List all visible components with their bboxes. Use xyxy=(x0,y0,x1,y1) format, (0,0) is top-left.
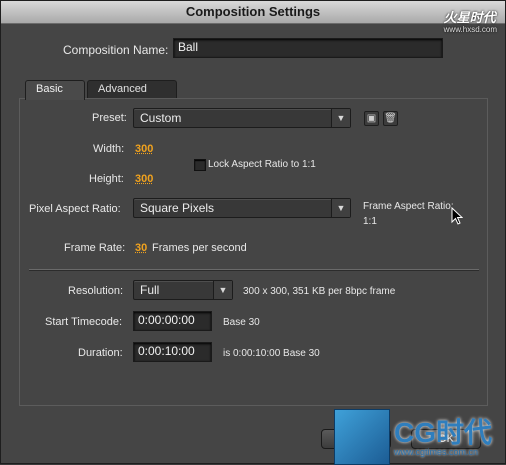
width-label: Width: xyxy=(93,143,125,155)
composition-settings-dialog: Composition Settings 火星时代 www.hxsd.com C… xyxy=(0,0,506,465)
tab-basic[interactable]: Basic xyxy=(25,80,85,100)
pixel-aspect-label: Pixel Aspect Ratio: xyxy=(29,203,121,215)
duration-info: is 0:00:10:00 Base 30 xyxy=(223,348,320,359)
resolution-info: 300 x 300, 351 KB per 8bpc frame xyxy=(243,286,396,297)
height-label: Height: xyxy=(89,173,124,185)
width-value[interactable]: 300 xyxy=(135,143,153,155)
pixel-aspect-dropdown[interactable]: Square Pixels ▼ xyxy=(133,198,351,218)
watermark-logo-mark xyxy=(334,409,390,465)
delete-preset-icon[interactable]: 🗑 xyxy=(383,111,398,126)
composition-name-input[interactable]: Ball xyxy=(173,38,443,58)
section-divider xyxy=(29,269,479,271)
chevron-down-icon: ▼ xyxy=(213,281,232,299)
frame-aspect-value: 1:1 xyxy=(363,216,377,227)
frame-rate-label: Frame Rate: xyxy=(64,242,126,254)
pixel-aspect-value: Square Pixels xyxy=(140,201,215,215)
frame-rate-value[interactable]: 30 xyxy=(135,242,147,254)
chevron-down-icon: ▼ xyxy=(331,199,350,217)
preset-value: Custom xyxy=(140,111,182,125)
watermark-bottom-text: CG时代 xyxy=(394,417,493,448)
duration-label: Duration: xyxy=(78,347,123,359)
watermark-bottom-url: www.cgtimes.com.cn xyxy=(394,447,479,457)
preset-dropdown[interactable]: Custom ▼ xyxy=(133,108,351,128)
resolution-value: Full xyxy=(140,283,160,297)
lock-aspect-checkbox[interactable] xyxy=(194,159,206,171)
frame-aspect-label: Frame Aspect Ratio: xyxy=(363,201,454,212)
resolution-dropdown[interactable]: Full ▼ xyxy=(133,280,233,300)
duration-input[interactable]: 0:00:10:00 xyxy=(133,342,212,362)
mouse-cursor-icon xyxy=(451,207,463,225)
chevron-down-icon: ▼ xyxy=(331,109,350,127)
watermark-top-text: 火星时代 xyxy=(443,10,496,25)
save-preset-icon[interactable]: ▣ xyxy=(364,111,379,126)
start-timecode-input[interactable]: 0:00:00:00 xyxy=(133,311,212,331)
watermark-logo-top: 火星时代 www.hxsd.com xyxy=(444,7,497,34)
start-timecode-base: Base 30 xyxy=(223,317,260,328)
window-title: Composition Settings xyxy=(1,1,505,24)
start-timecode-label: Start Timecode: xyxy=(45,316,123,328)
frame-rate-unit: Frames per second xyxy=(152,242,247,254)
watermark-logo-bottom: CG时代 www.cgtimes.com.cn xyxy=(334,409,504,465)
composition-name-label: Composition Name: xyxy=(63,43,169,57)
lock-aspect-label: Lock Aspect Ratio to 1:1 xyxy=(208,159,316,170)
preset-label: Preset: xyxy=(92,112,127,124)
tab-advanced[interactable]: Advanced xyxy=(87,80,177,99)
watermark-top-url: www.hxsd.com xyxy=(443,25,497,34)
height-value[interactable]: 300 xyxy=(135,173,153,185)
resolution-label: Resolution: xyxy=(68,285,124,297)
